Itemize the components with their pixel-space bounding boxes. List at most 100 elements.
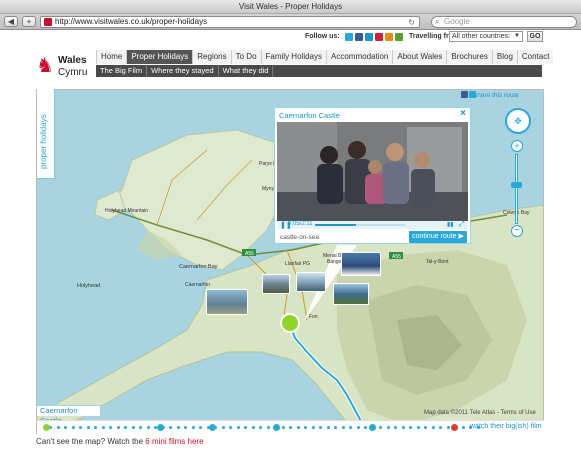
location-pin[interactable] xyxy=(280,313,300,333)
timeline-dot[interactable] xyxy=(79,426,82,429)
timeline-dot[interactable] xyxy=(124,426,127,429)
mini-films-link[interactable]: 6 mini films here xyxy=(145,437,203,446)
timeline-dot[interactable] xyxy=(116,426,120,429)
nav-accommodation[interactable]: Accommodation xyxy=(326,50,393,64)
subnav-big-film[interactable]: The Big Film xyxy=(96,65,148,77)
timeline-dot[interactable] xyxy=(386,426,390,429)
timeline-dot[interactable] xyxy=(229,426,232,429)
timeline-stop[interactable] xyxy=(273,424,280,431)
continue-route-button[interactable]: continue route ▶ xyxy=(409,231,467,243)
flickr-icon[interactable] xyxy=(365,33,373,41)
reload-icon[interactable]: ↻ xyxy=(408,18,415,28)
timeline-dot[interactable] xyxy=(176,426,180,429)
timeline-dot[interactable] xyxy=(101,426,105,429)
timeline-dot[interactable] xyxy=(439,426,442,429)
nav-brochures[interactable]: Brochures xyxy=(446,50,492,64)
rss-icon[interactable] xyxy=(385,33,393,41)
thumbnail-castle[interactable] xyxy=(262,274,290,294)
timeline-dot[interactable] xyxy=(304,426,307,429)
timeline-dot[interactable] xyxy=(199,426,202,429)
timeline-dot[interactable] xyxy=(446,426,450,429)
nav-to-do[interactable]: To Do xyxy=(230,50,261,64)
timeline-stop[interactable] xyxy=(43,424,50,431)
fullscreen-icon[interactable]: ⤢ xyxy=(459,221,465,229)
address-bar[interactable]: http://www.visitwales.co.uk/proper-holid… xyxy=(40,16,420,28)
timeline-dot[interactable] xyxy=(394,426,397,429)
timeline-dot[interactable] xyxy=(266,426,270,429)
nav-contact[interactable]: Contact xyxy=(516,50,554,64)
search-input[interactable]: ⌕ Google xyxy=(431,16,577,28)
video-player[interactable] xyxy=(277,122,468,221)
timeline-dot[interactable] xyxy=(86,426,90,429)
timeline-dot[interactable] xyxy=(259,426,262,429)
timeline-dot[interactable] xyxy=(251,426,255,429)
pan-control[interactable]: ✥ xyxy=(505,108,531,134)
timeline-stop[interactable] xyxy=(209,424,216,431)
go-button[interactable]: GO xyxy=(527,31,543,42)
timeline-dot[interactable] xyxy=(71,426,75,429)
nav-regions[interactable]: Regions xyxy=(192,50,231,64)
timeline-dot[interactable] xyxy=(341,426,345,429)
zoom-slider-track[interactable] xyxy=(515,154,518,224)
nav-blog[interactable]: Blog xyxy=(491,50,517,64)
subnav-where-stayed[interactable]: Where they stayed xyxy=(147,65,219,77)
nav-about-wales[interactable]: About Wales xyxy=(392,50,447,64)
back-button[interactable]: ◀ xyxy=(4,16,18,27)
timeline-dot[interactable] xyxy=(401,426,405,429)
timeline-dot[interactable] xyxy=(64,426,67,429)
facebook-share-icon[interactable] xyxy=(461,91,468,98)
share-route-link[interactable]: share this route xyxy=(474,92,519,99)
timeline-dot[interactable] xyxy=(356,426,360,429)
timeline-dot[interactable] xyxy=(191,426,195,429)
country-select[interactable]: All other countries: ▼ xyxy=(449,31,523,42)
timeline-dot[interactable] xyxy=(334,426,337,429)
timeline-dot[interactable] xyxy=(349,426,352,429)
timeline-dot[interactable] xyxy=(244,426,247,429)
new-tab-button[interactable]: + xyxy=(22,16,36,27)
timeline-dot[interactable] xyxy=(326,426,330,429)
timeline-dot[interactable] xyxy=(409,426,412,429)
timeline-dot[interactable] xyxy=(319,426,322,429)
timeline-dot[interactable] xyxy=(94,426,97,429)
twitter-icon[interactable] xyxy=(345,33,353,41)
timeline-dot[interactable] xyxy=(416,426,420,429)
thumbnail-lake[interactable] xyxy=(333,283,369,305)
watch-film-link[interactable]: watch their big(ish) film xyxy=(470,423,542,430)
timeline-stop[interactable] xyxy=(157,424,164,431)
timeline-stop[interactable] xyxy=(369,424,376,431)
timeline-dot[interactable] xyxy=(296,426,300,429)
route-timeline[interactable] xyxy=(37,420,544,434)
volume-icon[interactable]: ▮▮ xyxy=(447,221,454,228)
youtube-icon[interactable] xyxy=(375,33,383,41)
timeline-dot[interactable] xyxy=(311,426,315,429)
zoom-slider-handle[interactable] xyxy=(511,182,522,188)
timeline-dot[interactable] xyxy=(364,426,367,429)
subnav-what-did[interactable]: What they did xyxy=(219,65,274,77)
timeline-dot[interactable] xyxy=(289,426,292,429)
timeline-dot[interactable] xyxy=(221,426,225,429)
facebook-icon[interactable] xyxy=(355,33,363,41)
nav-proper-holidays[interactable]: Proper Holidays xyxy=(126,50,193,64)
share-icon[interactable] xyxy=(395,33,403,41)
zoom-in-button[interactable]: + xyxy=(511,140,523,152)
video-progress[interactable] xyxy=(315,224,405,226)
zoom-out-button[interactable]: − xyxy=(511,225,523,237)
proper-holidays-tab[interactable]: proper holidays xyxy=(37,89,55,179)
nav-family-holidays[interactable]: Family Holidays xyxy=(260,50,326,64)
close-icon[interactable]: × xyxy=(460,108,466,119)
timeline-stop[interactable] xyxy=(451,424,458,431)
timeline-dot[interactable] xyxy=(146,426,150,429)
nav-home[interactable]: Home xyxy=(96,50,127,64)
timeline-dot[interactable] xyxy=(139,426,142,429)
timeline-dot[interactable] xyxy=(236,426,240,429)
timeline-dot[interactable] xyxy=(424,426,427,429)
timeline-dot[interactable] xyxy=(184,426,187,429)
map-attribution[interactable]: Map data ©2011 Tele Atlas - Terms of Use xyxy=(424,410,536,416)
timeline-dot[interactable] xyxy=(431,426,435,429)
timeline-dot[interactable] xyxy=(109,426,112,429)
timeline-dot[interactable] xyxy=(131,426,135,429)
thumbnail-boats[interactable] xyxy=(206,289,248,315)
thumbnail-bridge[interactable] xyxy=(296,272,326,292)
timeline-dot[interactable] xyxy=(379,426,382,429)
timeline-dot[interactable] xyxy=(169,426,172,429)
